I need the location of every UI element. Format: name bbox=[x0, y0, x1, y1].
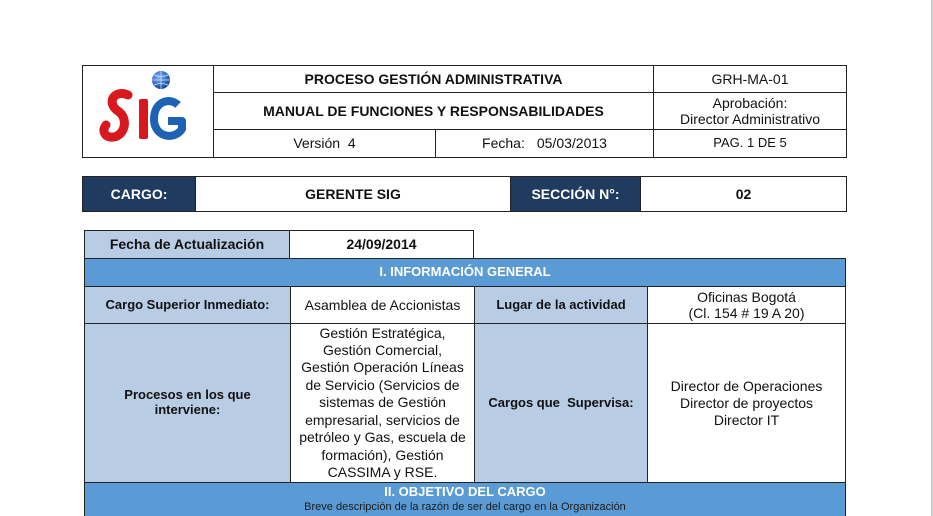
processes-line: Gestión Comercial, bbox=[322, 342, 443, 359]
location-value-line-1: Oficinas Bogotá bbox=[697, 288, 796, 305]
processes-line: sistemas de Gestión bbox=[319, 394, 446, 411]
processes-line: Gestión Operación Líneas bbox=[301, 359, 464, 376]
superior-label-text: Cargo Superior Inmediato: bbox=[105, 296, 270, 312]
supervises-line: Director IT bbox=[713, 411, 780, 428]
supervises-label-text: Cargos que Supervisa: bbox=[488, 394, 634, 410]
location-value: Oficinas Bogotá (Cl. 154 # 19 A 20) bbox=[647, 286, 846, 324]
section-label: SECCIÓN N°: bbox=[510, 176, 641, 212]
approval-cell: Aprobación: Director Administrativo bbox=[653, 92, 847, 130]
location-label: Lugar de la actividad bbox=[474, 286, 648, 324]
manual-title: MANUAL DE FUNCIONES Y RESPONSABILIDADES bbox=[213, 92, 654, 130]
processes-label: Procesos en los que interviene: bbox=[84, 323, 291, 483]
objective-title-text: II. OBJETIVO DEL CARGO bbox=[384, 484, 546, 499]
date-value: 05/03/2013 bbox=[536, 135, 607, 152]
version-cell: Versión 4 bbox=[213, 129, 436, 158]
superior-value: Asamblea de Accionistas bbox=[290, 286, 475, 324]
section-value: 02 bbox=[640, 176, 847, 212]
approval-label: Aprobación: bbox=[712, 94, 788, 111]
cargo-value: GERENTE SIG bbox=[195, 176, 511, 212]
date-label: Fecha: bbox=[482, 135, 525, 152]
document-code: GRH-MA-01 bbox=[653, 65, 847, 93]
date-cell: Fecha: 05/03/2013 bbox=[435, 129, 654, 158]
manual-title-text: MANUAL DE FUNCIONES Y RESPONSABILIDADES bbox=[263, 102, 604, 119]
processes-label-line-2: interviene: bbox=[154, 402, 221, 417]
process-title: PROCESO GESTIÓN ADMINISTRATIVA bbox=[213, 65, 654, 93]
supervises-line: Director de Operaciones bbox=[670, 377, 823, 394]
process-title-text: PROCESO GESTIÓN ADMINISTRATIVA bbox=[304, 70, 563, 87]
section-label-text: SECCIÓN N°: bbox=[531, 185, 620, 202]
general-section-title-text: I. INFORMACIÓN GENERAL bbox=[379, 264, 551, 280]
location-value-line-2: (Cl. 154 # 19 A 20) bbox=[688, 305, 805, 321]
superior-label: Cargo Superior Inmediato: bbox=[84, 286, 291, 324]
update-label: Fecha de Actualización bbox=[84, 230, 290, 259]
processes-line: empresarial, servicios de bbox=[305, 411, 460, 428]
superior-value-text: Asamblea de Accionistas bbox=[304, 296, 461, 313]
update-value: 24/09/2014 bbox=[289, 230, 474, 259]
sig-logo-icon bbox=[99, 71, 186, 142]
logo-divider bbox=[213, 65, 214, 158]
objective-section-title: II. OBJETIVO DEL CARGO Breve descripción… bbox=[84, 482, 846, 516]
supervises-value: Director de Operaciones Director de proy… bbox=[647, 323, 846, 483]
section-value-text: 02 bbox=[735, 185, 752, 202]
document-code-text: GRH-MA-01 bbox=[711, 70, 789, 87]
page-number-text: PAG. 1 DE 5 bbox=[713, 135, 787, 151]
cargo-label: CARGO: bbox=[82, 176, 196, 212]
supervises-label: Cargos que Supervisa: bbox=[474, 323, 648, 483]
supervises-line: Director de proyectos bbox=[679, 394, 814, 411]
objective-subtitle-text: Breve descripción de la razón de ser del… bbox=[304, 500, 626, 513]
processes-line: petróleo y Gas, escuela de bbox=[299, 429, 466, 446]
processes-line: de Servicio (Servicios de bbox=[305, 376, 460, 393]
processes-label-line-1: Procesos en los que bbox=[124, 387, 251, 403]
cargo-label-text: CARGO: bbox=[110, 185, 168, 202]
general-section-title: I. INFORMACIÓN GENERAL bbox=[84, 258, 846, 287]
version-text: Versión 4 bbox=[293, 135, 356, 152]
location-label-text: Lugar de la actividad bbox=[496, 296, 626, 312]
company-logo bbox=[84, 67, 214, 157]
processes-value: Gestión Estratégica, Gestión Comercial, … bbox=[290, 323, 475, 483]
update-label-text: Fecha de Actualización bbox=[109, 236, 265, 253]
update-value-text: 24/09/2014 bbox=[346, 236, 417, 253]
approval-value: Director Administrativo bbox=[679, 111, 821, 127]
processes-line: formación), Gestión bbox=[321, 446, 444, 463]
page-number: PAG. 1 DE 5 bbox=[653, 129, 847, 158]
cargo-value-text: GERENTE SIG bbox=[305, 185, 401, 202]
processes-line: CASSIMA y RSE. bbox=[327, 463, 438, 480]
processes-line: Gestión Estratégica, bbox=[319, 324, 446, 341]
